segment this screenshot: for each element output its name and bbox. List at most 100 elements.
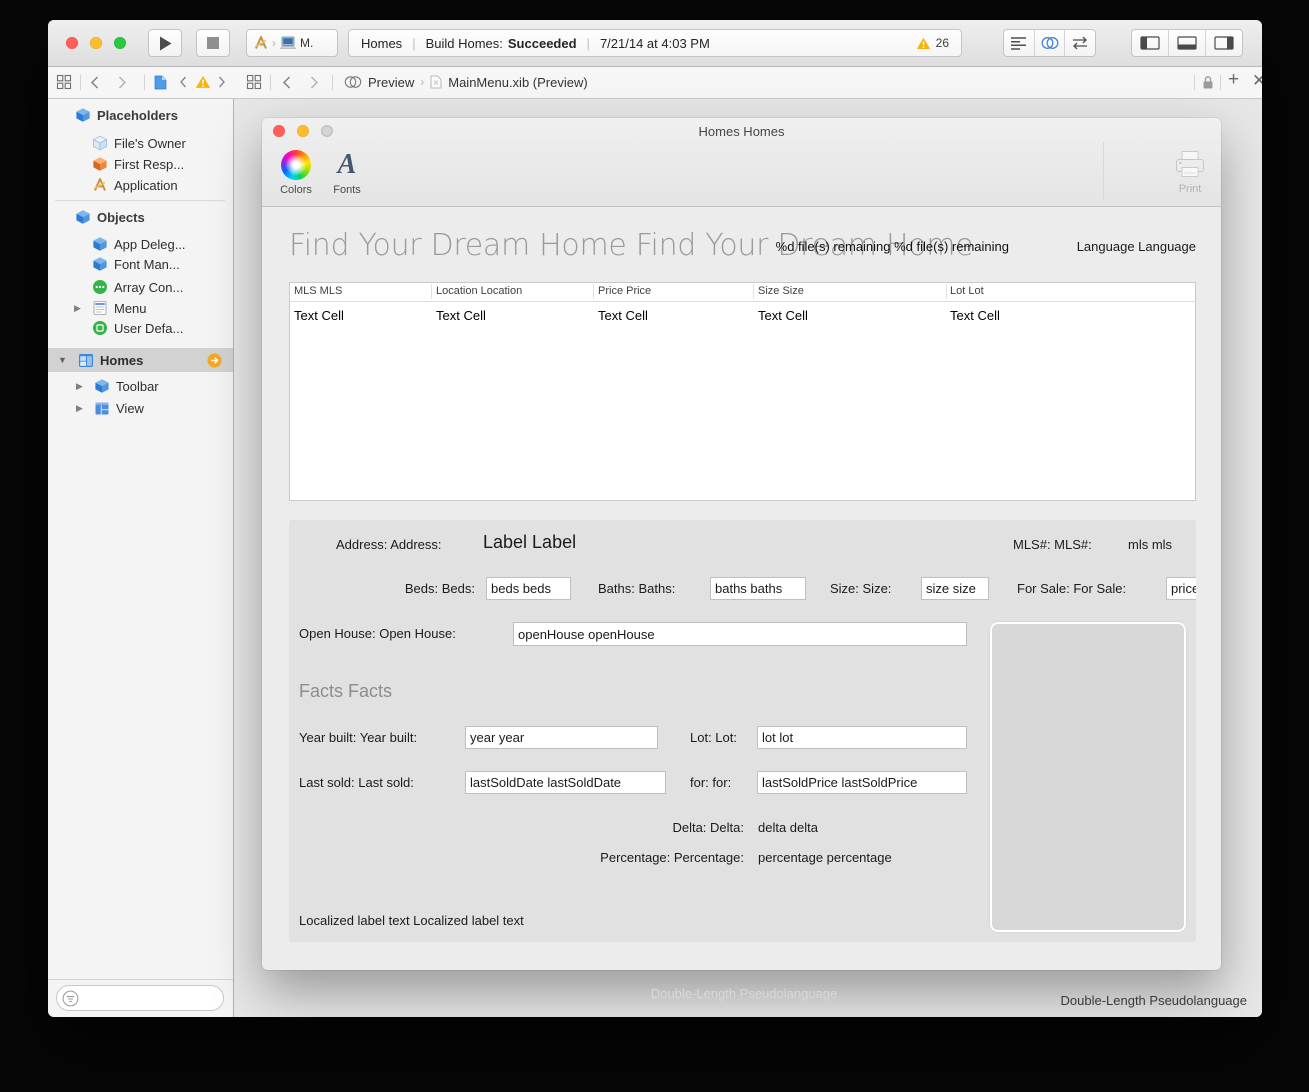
toggle-navigator-button[interactable] (1132, 30, 1169, 56)
disclosure-triangle-icon[interactable]: ▶ (76, 403, 83, 414)
colors-toolbar-button[interactable]: Colors (270, 150, 322, 196)
facts-heading: Facts Facts (299, 681, 392, 702)
close-traffic-light[interactable] (66, 37, 78, 49)
issue-indicator[interactable] (195, 73, 211, 91)
sidebar-item-app-delegate[interactable]: App Deleg... (48, 233, 233, 255)
breadcrumb-file[interactable]: MainMenu.xib (Preview) (448, 75, 587, 90)
forsale-label: For Sale: For Sale: (1017, 581, 1126, 596)
sidebar-item-files-owner[interactable]: File's Owner (48, 132, 233, 154)
sidebar-item-menu[interactable]: ▶ Menu (48, 297, 233, 319)
editor-related-items-button[interactable] (246, 73, 262, 91)
column-header-mls[interactable]: MLS MLS (294, 285, 342, 297)
navigator-back-button[interactable] (90, 73, 99, 91)
delta-label: Delta: Delta: (544, 820, 744, 835)
sidebar-item-array-controller[interactable]: Array Con... (48, 276, 233, 298)
next-issue-button[interactable] (218, 73, 226, 91)
photo-image-well[interactable] (990, 622, 1186, 932)
openhouse-field[interactable]: openHouse openHouse (513, 622, 967, 646)
table-header: MLS MLS Location Location Price Price Si… (290, 283, 1195, 302)
warning-badge[interactable]: 26 (916, 36, 949, 50)
column-header-price[interactable]: Price Price (598, 285, 651, 297)
preview-language-selector[interactable]: Double-Length Pseudolanguage (1061, 993, 1248, 1008)
run-button[interactable] (148, 29, 182, 57)
preview-window-titlebar: Homes Homes Colors A Fonts (262, 118, 1221, 207)
stop-button[interactable] (196, 29, 230, 57)
lot-field[interactable]: lot lot (757, 726, 967, 749)
sidebar-item-application[interactable]: Application (48, 174, 233, 196)
user-defaults-icon (92, 320, 108, 336)
cube-icon (75, 209, 91, 225)
jump-bar (48, 67, 1262, 99)
column-header-size[interactable]: Size Size (758, 285, 804, 297)
baths-field[interactable]: baths baths (710, 577, 806, 600)
warning-icon (916, 37, 931, 50)
chevron-right-icon: › (272, 36, 276, 50)
fonts-toolbar-button[interactable]: A Fonts (324, 150, 370, 196)
chevron-left-icon (90, 76, 99, 89)
yearbuilt-field[interactable]: year year (465, 726, 658, 749)
print-toolbar-button[interactable]: Print (1162, 150, 1218, 195)
filter-field[interactable] (56, 985, 224, 1011)
issue-file-button[interactable] (154, 73, 167, 91)
chevron-right-icon (218, 76, 226, 88)
sidebar-item-placeholders[interactable]: Placeholders (48, 104, 233, 126)
view-icon (94, 401, 110, 416)
beds-field[interactable]: beds beds (486, 577, 571, 600)
sidebar-item-objects[interactable]: Objects (48, 206, 233, 228)
assistant-editor-icon (1041, 36, 1059, 50)
stop-icon (207, 37, 219, 49)
breadcrumb-root[interactable]: Preview (368, 75, 414, 90)
disclosure-triangle-icon[interactable]: ▶ (76, 381, 83, 392)
version-editor-icon (1071, 36, 1089, 50)
sidebar-item-view[interactable]: ▶ View (48, 397, 233, 419)
assistant-editor-button[interactable] (1035, 30, 1066, 56)
file-icon (154, 75, 167, 90)
language-popup-button[interactable]: Language Language (1077, 239, 1196, 254)
preview-mode-icon[interactable] (344, 75, 362, 89)
disclosure-triangle-icon[interactable]: ▶ (74, 303, 81, 314)
window-icon (78, 353, 94, 368)
toggle-utilities-button[interactable] (1206, 30, 1242, 56)
scheme-selector[interactable]: › M. (246, 29, 338, 57)
cube-icon (75, 107, 91, 123)
zoom-traffic-light[interactable] (114, 37, 126, 49)
editor-back-button[interactable] (282, 73, 291, 91)
for-label: for: for: (690, 775, 731, 790)
column-header-location[interactable]: Location Location (436, 285, 522, 297)
sidebar-item-font-manager[interactable]: Font Man... (48, 253, 233, 275)
lastsold-field[interactable]: lastSoldDate lastSoldDate (465, 771, 666, 794)
jump-arrow-icon[interactable] (207, 353, 222, 368)
size-field[interactable]: size size (921, 577, 989, 600)
sidebar-item-user-defaults[interactable]: User Defa... (48, 317, 233, 339)
minimize-traffic-light[interactable] (90, 37, 102, 49)
listings-table: MLS MLS Location Location Price Price Si… (289, 282, 1196, 501)
navigator-forward-button[interactable] (118, 73, 127, 91)
mac-device-icon (279, 36, 297, 50)
lock-button[interactable] (1202, 73, 1214, 91)
preview-editor-canvas: Homes Homes Colors A Fonts (234, 99, 1262, 1017)
close-editor-button[interactable]: ✕ (1252, 72, 1262, 90)
percentage-value: percentage percentage (758, 850, 892, 865)
sidebar-item-homes[interactable]: ▼ Homes (48, 348, 233, 372)
disclosure-triangle-icon[interactable]: ▼ (58, 355, 67, 365)
add-editor-button[interactable]: + (1228, 71, 1239, 89)
size-label: Size: Size: (830, 581, 891, 596)
previous-issue-button[interactable] (179, 73, 187, 91)
beds-label: Beds: Beds: (315, 581, 475, 596)
column-header-lot[interactable]: Lot Lot (950, 285, 984, 297)
printer-icon (1173, 150, 1207, 181)
sidebar-item-first-responder[interactable]: First Resp... (48, 153, 233, 175)
cube-icon (94, 378, 110, 394)
standard-editor-button[interactable] (1004, 30, 1035, 56)
editor-forward-button[interactable] (310, 73, 319, 91)
localized-label: Localized label text Localized label tex… (299, 913, 524, 928)
address-value: Label Label (483, 532, 576, 553)
version-editor-button[interactable] (1065, 30, 1095, 56)
toolbar-separator (1103, 142, 1104, 200)
sidebar-item-toolbar[interactable]: ▶ Toolbar (48, 375, 233, 397)
related-items-button[interactable] (56, 73, 72, 91)
for-field[interactable]: lastSoldPrice lastSoldPrice (757, 771, 967, 794)
toggle-debug-area-button[interactable] (1169, 30, 1206, 56)
forsale-field[interactable]: price price (1166, 577, 1196, 600)
lot-label: Lot: Lot: (690, 730, 737, 745)
